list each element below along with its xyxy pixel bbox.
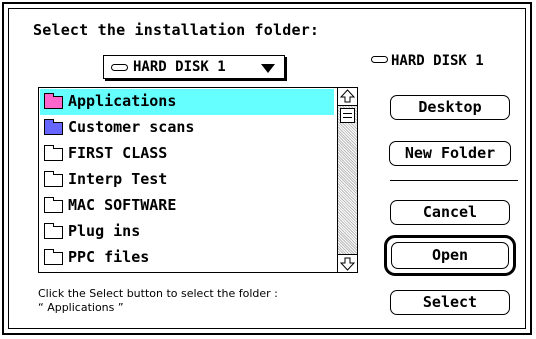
list-item[interactable]: Interp Test xyxy=(40,167,334,193)
popup-triangle-icon xyxy=(261,64,275,73)
folder-icon xyxy=(44,145,63,161)
arrow-up-icon xyxy=(340,89,355,103)
list-item-label: Interp Test xyxy=(68,170,168,188)
list-item-label: Plug ins xyxy=(68,222,141,240)
current-volume: HARD DISK 1 xyxy=(371,53,484,69)
list-item[interactable]: MAC SOFTWARE xyxy=(40,193,334,219)
folder-icon xyxy=(44,197,63,213)
hint-line-1: Click the Select button to select the fo… xyxy=(38,287,278,300)
desktop-button[interactable]: Desktop xyxy=(390,95,510,120)
folder-icon xyxy=(44,93,63,109)
list-item-label: Customer scans xyxy=(68,118,195,136)
cancel-button[interactable]: Cancel xyxy=(390,200,510,225)
folder-icon xyxy=(44,223,63,239)
vertical-scrollbar[interactable] xyxy=(337,88,357,272)
hard-disk-icon xyxy=(371,56,388,63)
popup-label: HARD DISK 1 xyxy=(133,59,226,75)
open-button[interactable]: Open xyxy=(391,242,509,269)
list-item-label: FIRST CLASS xyxy=(68,144,168,162)
folder-icon xyxy=(44,119,63,135)
list-item-label: PPC files xyxy=(68,248,150,266)
volume-popup-menu[interactable]: HARD DISK 1 xyxy=(103,55,285,79)
folder-icon xyxy=(44,171,63,187)
arrow-down-icon xyxy=(340,257,355,271)
list-item-label: Applications xyxy=(68,92,177,110)
folder-icon xyxy=(44,249,63,265)
new-folder-button[interactable]: New Folder xyxy=(389,141,511,166)
list-item-label: MAC SOFTWARE xyxy=(68,196,177,214)
scroll-down-button[interactable] xyxy=(338,254,357,272)
list-item[interactable]: Plug ins xyxy=(40,219,334,245)
list-item[interactable]: FIRST CLASS xyxy=(40,141,334,167)
hint-line-2: “ Applications ” xyxy=(38,301,124,314)
list-item[interactable]: Applications xyxy=(40,89,334,115)
scroll-up-button[interactable] xyxy=(338,88,357,106)
hard-disk-icon xyxy=(111,64,128,71)
folder-list[interactable]: Applications Customer scans FIRST CLASS … xyxy=(38,87,358,273)
list-item[interactable]: Customer scans xyxy=(40,115,334,141)
selection-hint: Click the Select button to select the fo… xyxy=(38,287,278,315)
dialog-prompt: Select the installation folder: xyxy=(33,21,320,39)
button-divider xyxy=(390,180,518,181)
list-item[interactable]: PPC files xyxy=(40,245,334,271)
select-button[interactable]: Select xyxy=(390,290,510,315)
volume-label: HARD DISK 1 xyxy=(391,53,484,69)
default-button-ring: Open xyxy=(384,235,516,276)
scroll-thumb[interactable] xyxy=(340,108,355,123)
